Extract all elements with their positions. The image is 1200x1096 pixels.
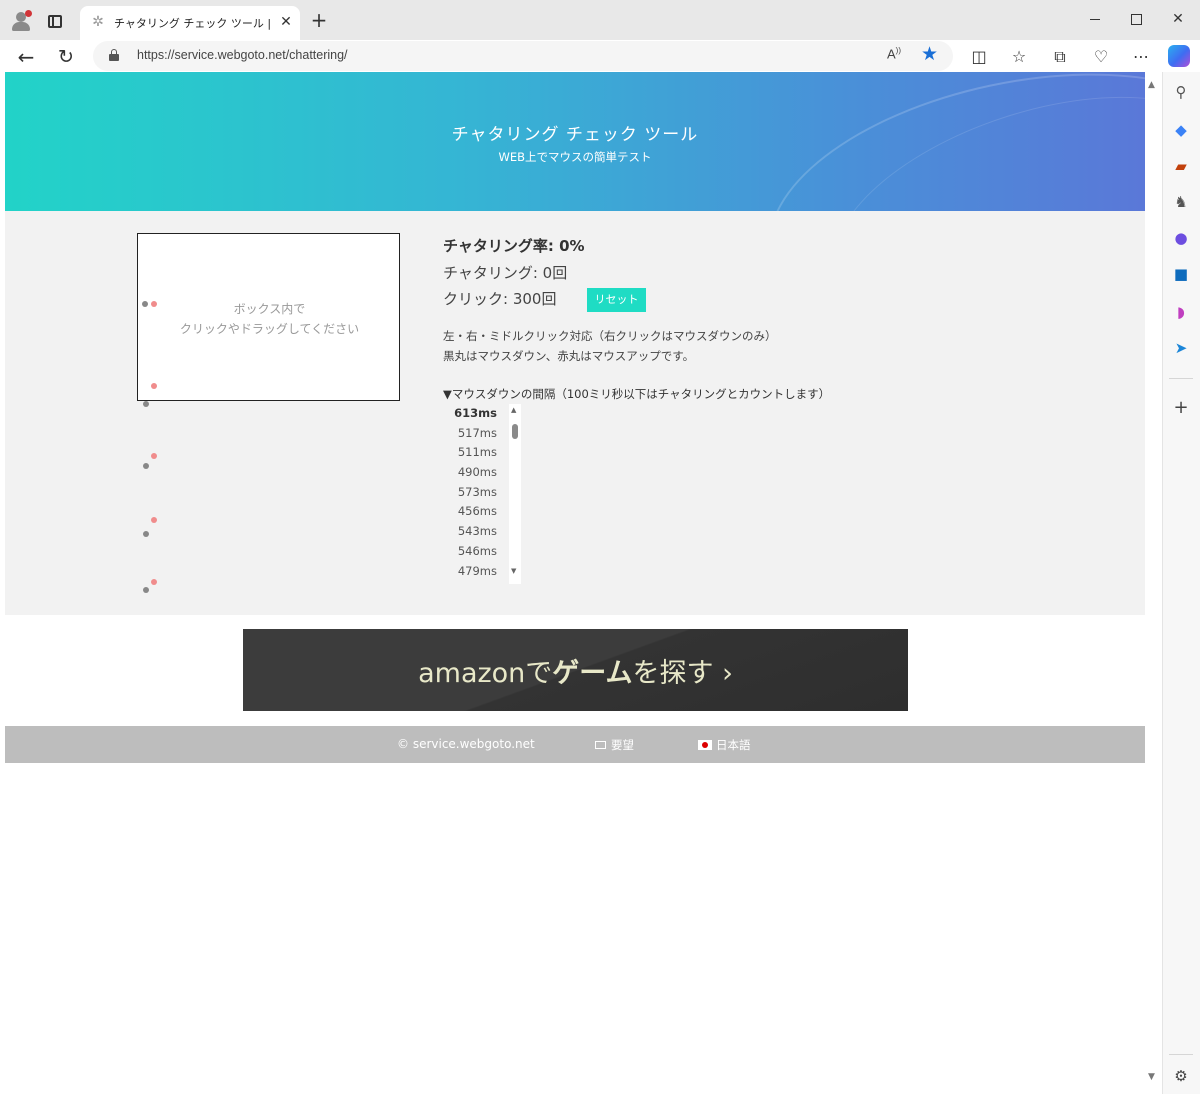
shopping-icon[interactable]: ◆: [1171, 120, 1191, 140]
language-label: 日本語: [716, 738, 751, 752]
mousedown-marker: [143, 463, 149, 469]
amazon-games-banner[interactable]: amazonでゲームを探す ›: [243, 629, 908, 711]
profile-icon[interactable]: [10, 10, 32, 32]
banner-text-2: ゲーム: [552, 658, 633, 689]
favorites-icon[interactable]: ☆: [1008, 46, 1030, 68]
search-icon[interactable]: ⚲: [1171, 82, 1191, 102]
browser-tab[interactable]: ✲ チャタリング チェック ツール | WEB上で ✕: [80, 6, 300, 40]
refresh-icon[interactable]: ↻: [53, 44, 79, 70]
new-tab-button[interactable]: +: [308, 9, 330, 31]
browser-toolbar: ← ↻ https://service.webgoto.net/chatteri…: [0, 40, 1200, 72]
copyright-link[interactable]: © service.webgoto.net: [397, 737, 535, 751]
mouseup-marker: [151, 301, 157, 307]
page-scroll-up-icon[interactable]: ▲: [1148, 80, 1155, 90]
minimize-button[interactable]: [1083, 8, 1107, 30]
scroll-down-icon[interactable]: ▼: [511, 567, 516, 575]
interval-list[interactable]: 613ms 517ms 511ms 490ms 573ms 456ms 543m…: [450, 404, 524, 584]
request-link[interactable]: 要望: [595, 737, 634, 753]
japan-flag-icon: [698, 740, 712, 750]
browser-titlebar: ✲ チャタリング チェック ツール | WEB上で ✕ + ✕: [0, 0, 1200, 40]
marker-legend-note: 黒丸はマウスダウン、赤丸はマウスアップです。: [443, 349, 695, 363]
request-label: 要望: [611, 738, 634, 752]
support-note: 左・右・ミドルクリック対応（右クリックはマウスダウンのみ）: [443, 329, 777, 343]
favorite-star-icon[interactable]: ★: [921, 43, 938, 65]
send-icon[interactable]: ➤: [1171, 338, 1191, 358]
address-bar[interactable]: https://service.webgoto.net/chattering/ …: [93, 41, 953, 71]
more-icon[interactable]: ⋯: [1130, 46, 1152, 68]
url-text[interactable]: https://service.webgoto.net/chattering/: [137, 48, 348, 62]
page-viewport: チャタリング チェック ツール WEB上でマウスの簡単テスト ボックス内で クリ…: [5, 72, 1145, 1092]
mousedown-marker: [143, 401, 149, 407]
maximize-button[interactable]: [1124, 8, 1148, 30]
test-box-instruction-1: ボックス内で: [233, 302, 306, 316]
chattering-count: チャタリング: 0回: [443, 264, 568, 282]
chattering-rate: チャタリング率: 0%: [443, 237, 585, 255]
mouseup-marker: [151, 383, 157, 389]
add-icon[interactable]: +: [1171, 398, 1191, 418]
split-screen-icon[interactable]: ◫: [968, 46, 990, 68]
tool-area: ボックス内で クリックやドラッグしてください チャタリング率: 0% チャタリン…: [5, 211, 1145, 615]
mouseup-marker: [151, 579, 157, 585]
page-favicon-icon: ✲: [92, 14, 104, 30]
mail-icon: [595, 741, 606, 749]
click-count: クリック: 300回: [443, 290, 557, 308]
mousedown-marker: [143, 531, 149, 537]
browser-essentials-icon[interactable]: ♡: [1090, 46, 1112, 68]
page-scrollbar[interactable]: ▲ ▼: [1145, 72, 1161, 1092]
mouseup-marker: [151, 517, 157, 523]
reset-button[interactable]: リセット: [587, 288, 646, 312]
designer-icon[interactable]: ◗: [1171, 302, 1191, 322]
scrollbar-thumb[interactable]: [512, 424, 518, 439]
close-window-button[interactable]: ✕: [1166, 8, 1190, 30]
settings-icon[interactable]: ⚙: [1171, 1066, 1191, 1086]
tab-title: チャタリング チェック ツール | WEB上で: [114, 17, 272, 30]
banner-text-1: amazonで: [418, 658, 553, 689]
page-footer: © service.webgoto.net 要望 日本語: [5, 726, 1145, 763]
lock-icon[interactable]: [109, 49, 119, 61]
page-title: チャタリング チェック ツール: [451, 125, 699, 145]
test-box-instruction-2: クリックやドラッグしてください: [179, 322, 360, 336]
outlook-icon[interactable]: ■: [1171, 264, 1191, 284]
scroll-up-icon[interactable]: ▲: [511, 406, 516, 414]
mouseup-marker: [151, 453, 157, 459]
back-icon[interactable]: ←: [13, 44, 39, 70]
hero-header: チャタリング チェック ツール WEB上でマウスの簡単テスト: [5, 72, 1145, 211]
interval-list-scrollbar[interactable]: ▲ ▼: [509, 404, 521, 584]
collections-icon[interactable]: ⧉: [1049, 46, 1071, 68]
intervals-heading[interactable]: ▼マウスダウンの間隔（100ミリ秒以下はチャタリングとカウントします）: [443, 386, 830, 402]
page-scroll-down-icon[interactable]: ▼: [1148, 1072, 1155, 1082]
read-aloud-icon[interactable]: A)): [887, 46, 901, 61]
games-icon[interactable]: ♞: [1171, 192, 1191, 212]
language-link[interactable]: 日本語: [698, 737, 751, 753]
banner-text-3: を探す ›: [632, 658, 733, 689]
mousedown-marker: [143, 587, 149, 593]
click-test-box[interactable]: ボックス内で クリックやドラッグしてください: [137, 233, 400, 401]
tools-icon[interactable]: ▰: [1171, 156, 1191, 176]
page-subtitle: WEB上でマウスの簡単テスト: [498, 150, 652, 164]
edge-sidebar: ⚲ ◆ ▰ ♞ ● ■ ◗ ➤ + ⚙: [1162, 72, 1200, 1094]
microsoft365-icon[interactable]: ●: [1171, 228, 1191, 248]
close-tab-icon[interactable]: ✕: [278, 13, 294, 31]
copilot-icon[interactable]: [1168, 45, 1190, 67]
mousedown-marker: [142, 301, 148, 307]
tab-actions-icon[interactable]: [48, 15, 62, 28]
